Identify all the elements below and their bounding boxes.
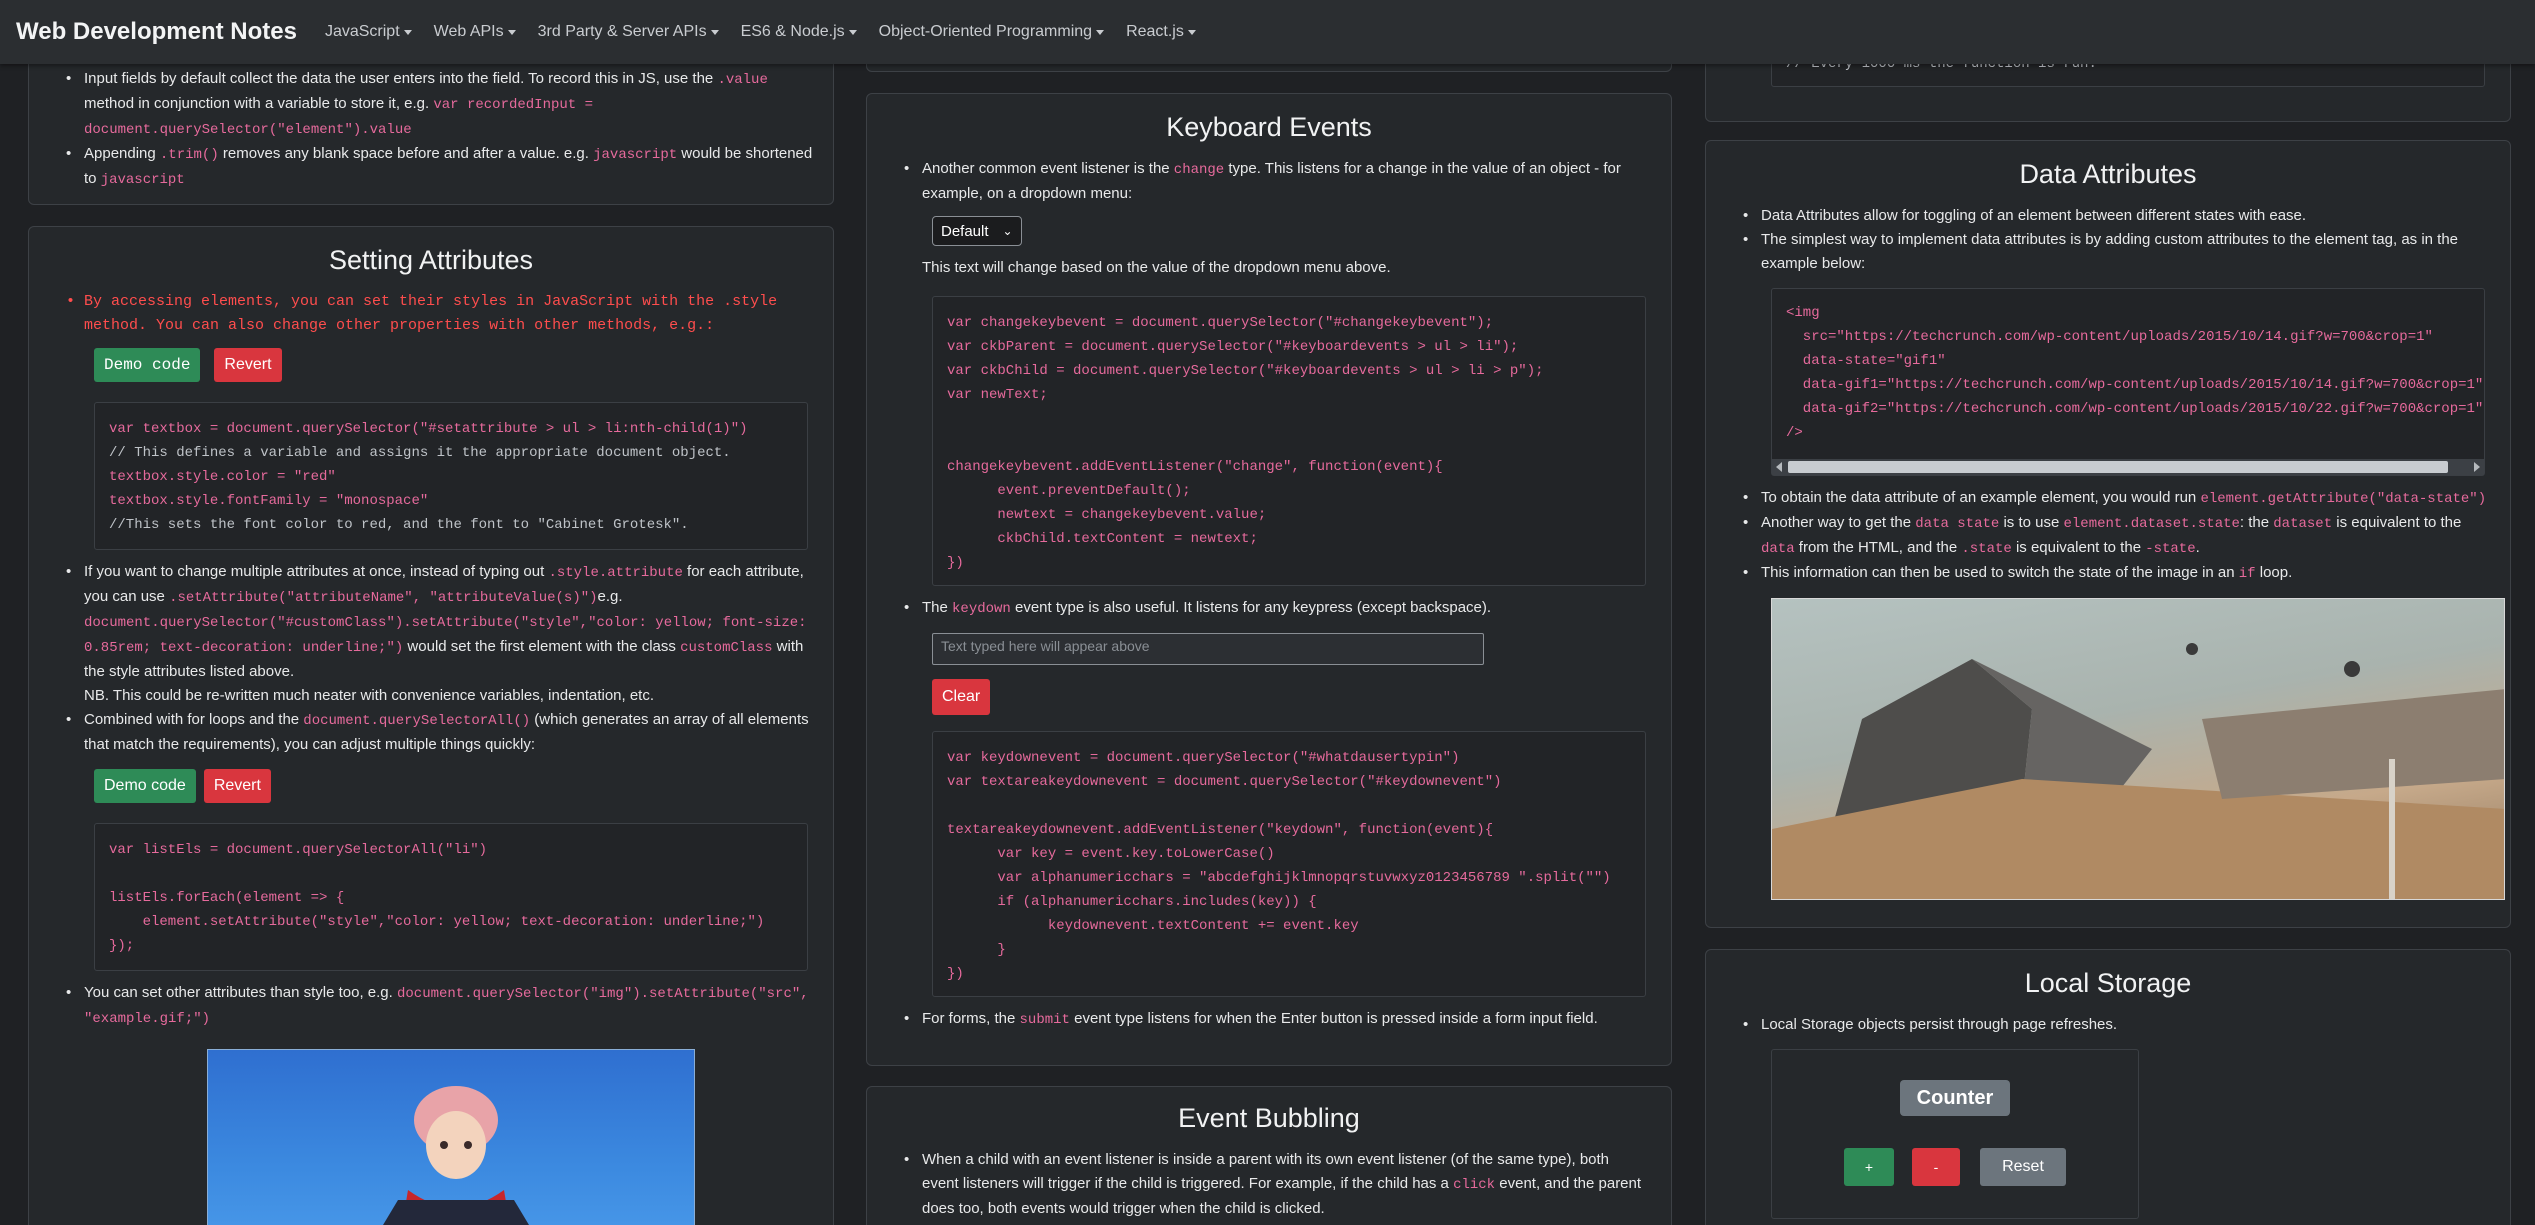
revert-button[interactable]: Revert — [214, 348, 282, 382]
section-title: Keyboard Events — [1166, 112, 1372, 142]
list-item: If you want to change multiple attribute… — [66, 560, 813, 708]
code-block: var listEls = document.querySelectorAll(… — [94, 823, 808, 971]
list-item-red: By accessing elements, you can set their… — [66, 290, 813, 338]
counter-widget: Counter + - Reset — [1771, 1049, 2139, 1219]
caret-down-icon — [848, 29, 857, 35]
nav-javascript[interactable]: JavaScript — [325, 23, 412, 41]
arrow-right-icon[interactable] — [2474, 462, 2480, 472]
nav-web-apis[interactable]: Web APIs — [434, 23, 516, 41]
list-item: You can set other attributes than style … — [66, 981, 813, 1031]
event-bubbling-card: Event Bubbling When a child with an even… — [866, 1086, 1672, 1225]
revert-button-2[interactable]: Revert — [203, 769, 271, 803]
nav-oop[interactable]: Object-Oriented Programming — [879, 23, 1105, 41]
change-output-text: This text will change based on the value… — [922, 259, 1391, 276]
section-title: Event Bubbling — [1178, 1103, 1360, 1133]
list-item: The simplest way to implement data attri… — [1743, 228, 2490, 276]
list-item: Another way to get the data state is to … — [1743, 511, 2490, 561]
list-item: When a child with an event listener is i… — [904, 1148, 1651, 1221]
scrollbar-thumb[interactable] — [1788, 461, 2448, 473]
caret-down-icon — [1187, 29, 1196, 35]
caret-down-icon — [403, 29, 412, 35]
list-item: Local Storage objects persist through pa… — [1743, 1013, 2490, 1037]
increment-button[interactable]: + — [1844, 1148, 1894, 1186]
arrow-left-icon[interactable] — [1776, 462, 1782, 472]
list-item: The keydown event type is also useful. I… — [904, 596, 1651, 621]
horizontal-scrollbar[interactable] — [1772, 459, 2484, 475]
caret-down-icon — [507, 29, 516, 35]
code-block: var changekeybevent = document.querySele… — [932, 296, 1646, 586]
decrement-button[interactable]: - — [1912, 1148, 1960, 1186]
navbar: Web Development Notes JavaScript Web API… — [0, 0, 2535, 64]
section-title: Local Storage — [2024, 968, 2192, 998]
code-block: var keydownevent = document.querySelecto… — [932, 731, 1646, 997]
dropdown-select[interactable]: Default ⌄ — [932, 216, 1022, 246]
setting-attributes-card: Setting Attributes By accessing elements… — [28, 226, 834, 1225]
demo-code-button-2[interactable]: Demo code — [94, 769, 196, 803]
section-title: Data Attributes — [2019, 159, 2197, 189]
list-item: Combined with for loops and the document… — [66, 708, 813, 757]
data-state-gif-image[interactable] — [1771, 598, 2505, 900]
list-item: Data Attributes allow for toggling of an… — [1743, 204, 2490, 228]
list-item: Input fields by default collect the data… — [66, 67, 813, 142]
reset-button[interactable]: Reset — [1980, 1148, 2066, 1186]
nav-es6-node[interactable]: ES6 & Node.js — [741, 23, 857, 41]
code-block: var textbox = document.querySelector("#s… — [94, 402, 808, 550]
list-item: For forms, the submit event type listens… — [904, 1007, 1651, 1032]
demo-code-button[interactable]: Demo code — [94, 348, 201, 382]
list-item: To obtain the data attribute of an examp… — [1743, 486, 2490, 511]
counter-display: Counter — [1900, 1080, 2010, 1116]
nav-3rd-party[interactable]: 3rd Party & Server APIs — [538, 23, 719, 41]
data-attributes-card: Data Attributes Data Attributes allow fo… — [1705, 140, 2511, 928]
keydown-textarea[interactable]: Text typed here will appear above — [932, 633, 1484, 665]
caret-down-icon — [710, 29, 719, 35]
list-item: This information can then be used to swi… — [1743, 561, 2490, 586]
character-image — [207, 1049, 695, 1225]
caret-down-icon — [1096, 29, 1105, 35]
brand-title[interactable]: Web Development Notes — [16, 18, 297, 46]
list-item: Another common event listener is the cha… — [904, 157, 1651, 206]
chevron-down-icon: ⌄ — [1002, 224, 1013, 238]
nav-react[interactable]: React.js — [1126, 23, 1196, 41]
clear-button[interactable]: Clear — [932, 679, 991, 715]
local-storage-card: Local Storage Local Storage objects pers… — [1705, 949, 2511, 1225]
keyboard-events-card: Keyboard Events Another common event lis… — [866, 93, 1672, 1066]
list-item: Appending .trim() removes any blank spac… — [66, 142, 813, 192]
section-title: Setting Attributes — [328, 245, 534, 275]
code-block-scrollable: <img src="https://techcrunch.com/wp-cont… — [1771, 288, 2485, 476]
